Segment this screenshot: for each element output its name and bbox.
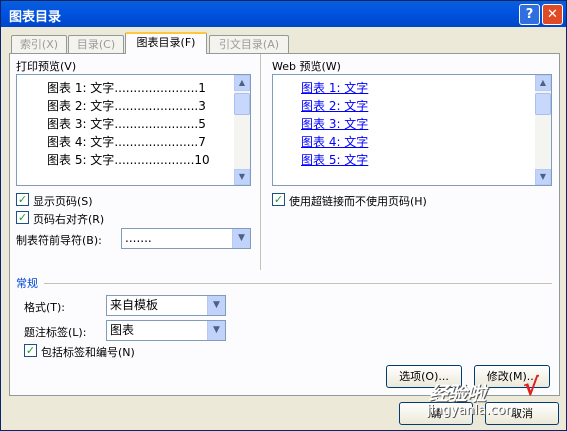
print-preview-box[interactable]: 图表 1: 文字......................1 图表 2: 文字…: [16, 74, 251, 186]
watermark-url: jingyanla.com: [427, 403, 519, 418]
tab-leader-label: 制表符前导符(B):: [16, 234, 102, 247]
vertical-divider: [260, 54, 261, 270]
title-bar[interactable]: 图表目录 ? ✕: [1, 1, 566, 27]
watermark-text: 经验啦: [429, 383, 487, 405]
print-preview-scrollbar[interactable]: ▲ ▼: [234, 75, 250, 185]
scroll-thumb[interactable]: [535, 93, 551, 115]
right-align-label: 页码右对齐(R): [33, 213, 105, 226]
scroll-down-icon[interactable]: ▼: [535, 169, 551, 185]
chevron-down-icon[interactable]: ▼: [207, 321, 225, 340]
tab-leader-select[interactable]: ....... ▼: [121, 228, 251, 249]
include-label-checkbox[interactable]: ✓: [24, 344, 37, 357]
print-entry: 图表 4: 文字......................7: [47, 135, 206, 149]
web-entry-link[interactable]: 图表 5: 文字: [301, 151, 368, 168]
help-button[interactable]: ?: [519, 4, 540, 25]
print-entry: 图表 2: 文字......................3: [47, 99, 206, 113]
web-entry-link[interactable]: 图表 4: 文字: [301, 133, 368, 150]
close-button[interactable]: ✕: [542, 4, 563, 25]
watermark-check-icon: √: [523, 373, 540, 401]
use-hyperlinks-checkbox[interactable]: ✓: [272, 193, 285, 206]
tab-panel: 打印预览(V) 图表 1: 文字......................1 …: [9, 53, 560, 396]
scroll-up-icon[interactable]: ▲: [234, 75, 250, 91]
tab-toc[interactable]: 目录(C): [68, 35, 124, 53]
tab-leader-value: .......: [125, 231, 152, 245]
tab-table-of-authorities[interactable]: 引文目录(A): [209, 35, 289, 53]
tab-index[interactable]: 索引(X): [11, 35, 67, 53]
scroll-thumb[interactable]: [234, 93, 250, 115]
print-entry: 图表 1: 文字......................1: [47, 81, 206, 95]
print-entry: 图表 3: 文字......................5: [47, 117, 206, 131]
web-entry-link[interactable]: 图表 3: 文字: [301, 115, 368, 132]
web-entry-link[interactable]: 图表 2: 文字: [301, 97, 368, 114]
print-entry: 图表 5: 文字.....................10: [47, 153, 210, 167]
format-value: 来自模板: [110, 298, 159, 312]
print-preview-label: 打印预览(V): [16, 60, 77, 73]
use-hyperlinks-label: 使用超链接而不使用页码(H): [289, 195, 427, 208]
scroll-down-icon[interactable]: ▼: [234, 169, 250, 185]
web-preview-scrollbar[interactable]: ▲ ▼: [535, 75, 551, 185]
caption-label-select[interactable]: 图表 ▼: [106, 320, 226, 341]
right-align-checkbox[interactable]: ✓: [16, 211, 29, 224]
scroll-up-icon[interactable]: ▲: [535, 75, 551, 91]
chevron-down-icon[interactable]: ▼: [232, 229, 250, 248]
show-page-numbers-checkbox[interactable]: ✓: [16, 193, 29, 206]
tab-table-of-figures[interactable]: 图表目录(F): [125, 32, 207, 54]
chevron-down-icon[interactable]: ▼: [207, 296, 225, 315]
web-preview-box[interactable]: 图表 1: 文字 图表 2: 文字 图表 3: 文字 图表 4: 文字 图表 5…: [272, 74, 552, 186]
caption-label-value: 图表: [110, 323, 135, 337]
dialog-title: 图表目录: [9, 10, 62, 25]
include-label-label: 包括标签和编号(N): [41, 346, 135, 359]
caption-label-label: 题注标签(L):: [24, 326, 87, 339]
web-preview-label: Web 预览(W): [272, 60, 341, 73]
web-entry-link[interactable]: 图表 1: 文字: [301, 79, 368, 96]
show-page-numbers-label: 显示页码(S): [33, 195, 93, 208]
format-label: 格式(T):: [24, 301, 66, 314]
general-divider: [44, 283, 552, 284]
format-select[interactable]: 来自模板 ▼: [106, 295, 226, 316]
general-heading: 常规: [16, 277, 38, 290]
dialog-window: 图表目录 ? ✕ 索引(X) 目录(C) 图表目录(F) 引文目录(A) 打印预…: [0, 0, 567, 431]
